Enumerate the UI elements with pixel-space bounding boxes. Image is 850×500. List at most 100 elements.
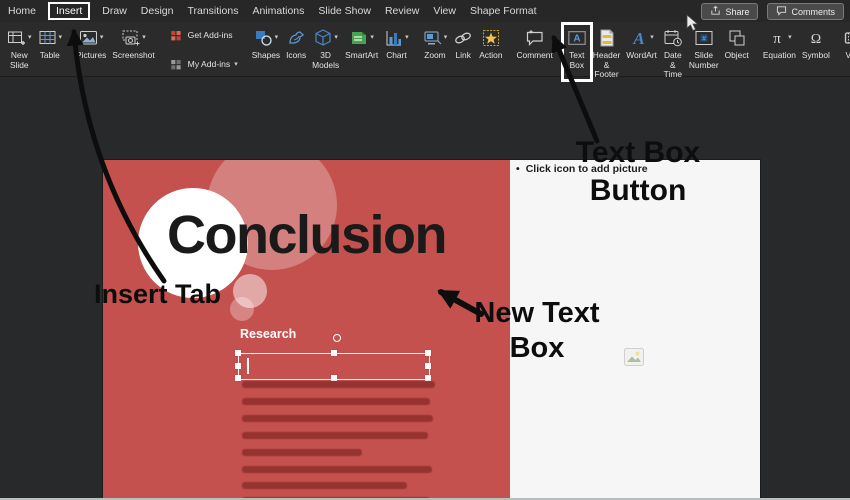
placeholder-text-line	[242, 381, 435, 388]
tab-home[interactable]: Home	[8, 5, 36, 17]
video-icon	[844, 28, 850, 48]
annotation-text-box-button: Text Box Button	[575, 136, 701, 207]
ribbon-button-date-time[interactable]: Date & Time	[660, 24, 686, 81]
chart-icon	[384, 28, 404, 48]
selection-handle[interactable]	[425, 350, 431, 356]
ribbon-button-header-footer[interactable]: Header & Footer	[590, 24, 623, 81]
svg-text:A: A	[573, 33, 580, 44]
ribbon-group: ▾ Zoom Link Action	[419, 24, 507, 76]
pictures-icon	[79, 28, 99, 48]
ribbon-button-table[interactable]: ▾ Table	[35, 24, 66, 62]
tab-view[interactable]: View	[433, 5, 456, 17]
ribbon-button-label: Date & Time	[663, 50, 682, 80]
ribbon-button-label: Screenshot	[112, 50, 155, 60]
tab-draw[interactable]: Draw	[102, 5, 127, 17]
ribbon-button-zoom[interactable]: ▾ Zoom	[420, 24, 451, 62]
placeholder-text-line	[242, 415, 433, 422]
top-right-buttons: Share Comments	[701, 3, 844, 20]
ribbon-button-comment[interactable]: Comment	[513, 24, 555, 62]
ribbon-button-3d-models[interactable]: ▾ 3D Models	[309, 24, 342, 71]
header-footer-icon	[597, 28, 617, 48]
ribbon-button-link[interactable]: Link	[450, 24, 476, 62]
ribbon-tab-bar: Home Insert Draw Design Transitions Animation…	[0, 0, 850, 22]
my-addins-icon	[169, 57, 184, 72]
ribbon-button-wordart[interactable]: A ▾ WordArt	[623, 24, 660, 62]
comments-button[interactable]: Comments	[767, 3, 844, 20]
chevron-down-icon: ▾	[334, 34, 338, 41]
picture-placeholder-icon[interactable]	[624, 348, 644, 366]
share-button[interactable]: Share	[701, 3, 759, 20]
ribbon-button-object[interactable]: Object	[722, 24, 752, 62]
chevron-down-icon: ▾	[370, 34, 374, 41]
decorative-circle-tiny	[230, 297, 254, 321]
ribbon-group: A Text Box Header & Footer A ▾ WordArt Date & …	[560, 21, 753, 83]
ribbon-button-icons[interactable]: Icons	[283, 24, 309, 62]
text-box-icon: A	[567, 28, 587, 48]
ribbon-button-chart[interactable]: ▾ Chart	[381, 24, 412, 62]
ribbon-button-label: 3D Models	[312, 50, 340, 70]
selection-handle[interactable]	[331, 350, 337, 356]
ribbon-button-smartart[interactable]: ▾ SmartArt	[342, 24, 381, 62]
rotation-handle[interactable]	[333, 334, 341, 342]
tab-insert[interactable]: Insert	[48, 2, 91, 20]
ribbon-button-equation[interactable]: π ▾ Equation	[760, 24, 799, 62]
selection-handle[interactable]	[235, 363, 241, 369]
icons-icon	[286, 28, 306, 48]
tab-animations[interactable]: Animations	[252, 5, 304, 17]
tab-review[interactable]: Review	[385, 5, 419, 17]
date-time-icon	[663, 28, 683, 48]
zoom-icon	[423, 28, 443, 48]
share-label: Share	[725, 6, 750, 17]
tab-slide-show[interactable]: Slide Show	[318, 5, 371, 17]
ribbon-button-label: My Add-ins	[187, 58, 231, 69]
research-label[interactable]: Research	[240, 327, 296, 341]
ribbon-button-label: Text Box	[569, 50, 585, 70]
ribbon-button-label: Object	[724, 50, 749, 60]
selection-handle[interactable]	[235, 375, 241, 381]
ribbon-button-label: Pictures	[76, 50, 107, 60]
tab-shape-format[interactable]: Shape Format	[470, 5, 537, 17]
ribbon-button-label: Symbol	[801, 50, 830, 60]
chevron-down-icon: ▾	[443, 34, 448, 41]
ribbon-button-action[interactable]: Action	[476, 24, 505, 62]
ribbon-button-label: WordArt	[626, 50, 657, 60]
selection-handle[interactable]	[425, 363, 431, 369]
ribbon-button-label: Action	[479, 50, 503, 60]
placeholder-text-line	[242, 449, 362, 456]
ribbon-button-my-add-ins[interactable]: My Add-ins ▾	[169, 52, 238, 77]
ribbon-button-video[interactable]: ▾Video	[841, 24, 850, 62]
ribbon-tabs: Home Insert Draw Design Transitions Animation…	[8, 2, 537, 20]
ribbon-button-label: Link	[455, 50, 471, 60]
annotation-new-text-box: New Text Box	[474, 297, 600, 364]
ribbon-group: Comment	[512, 24, 556, 76]
ribbon-button-label: Get Add-ins	[187, 29, 233, 40]
ribbon-button-new-slide[interactable]: ▾ New Slide	[4, 24, 35, 71]
tab-transitions[interactable]: Transitions	[187, 5, 238, 17]
ribbon-button-shapes[interactable]: ▾ Shapes	[249, 24, 283, 62]
ribbon-button-pictures[interactable]: ▾ Pictures	[73, 24, 109, 62]
selection-handle[interactable]	[235, 350, 241, 356]
slide-title[interactable]: Conclusion	[167, 208, 448, 262]
text-cursor	[247, 358, 249, 374]
ribbon-button-text-box[interactable]: A Text Box	[560, 21, 593, 83]
ribbon-group: Get Add-ins My Add-ins ▾	[165, 24, 242, 76]
placeholder-text-line	[242, 482, 407, 489]
new-text-box[interactable]	[235, 334, 431, 381]
ribbon-button-label: Shapes	[251, 50, 281, 60]
insert-ribbon: ▾ New Slide ▾ Table ▾ Pictures ▾ Screenshot Get …	[0, 21, 850, 83]
tab-design[interactable]: Design	[141, 5, 174, 17]
ribbon-button-get-add-ins[interactable]: Get Add-ins	[169, 23, 233, 48]
ribbon-group: ▾ New Slide ▾ Table	[3, 24, 66, 76]
ribbon-button-symbol[interactable]: Ω Symbol	[799, 24, 833, 62]
ribbon-button-label: Table	[39, 50, 60, 60]
ribbon-group: ▾ Shapes Icons ▾ 3D Models ▾ SmartArt ▾ Chart	[248, 24, 413, 76]
svg-text:#: #	[702, 35, 706, 42]
ribbon-button-screenshot[interactable]: ▾ Screenshot	[109, 24, 157, 62]
slide-canvas[interactable]: Conclusion Research • Click icon to add …	[103, 160, 760, 500]
table-icon	[38, 28, 58, 48]
ribbon-button-label: Video	[845, 50, 850, 60]
slide-red-panel: Conclusion Research	[103, 160, 510, 500]
ribbon-button-label: Slide Number	[688, 50, 719, 70]
link-icon	[453, 28, 473, 48]
equation-icon: π	[767, 28, 787, 48]
